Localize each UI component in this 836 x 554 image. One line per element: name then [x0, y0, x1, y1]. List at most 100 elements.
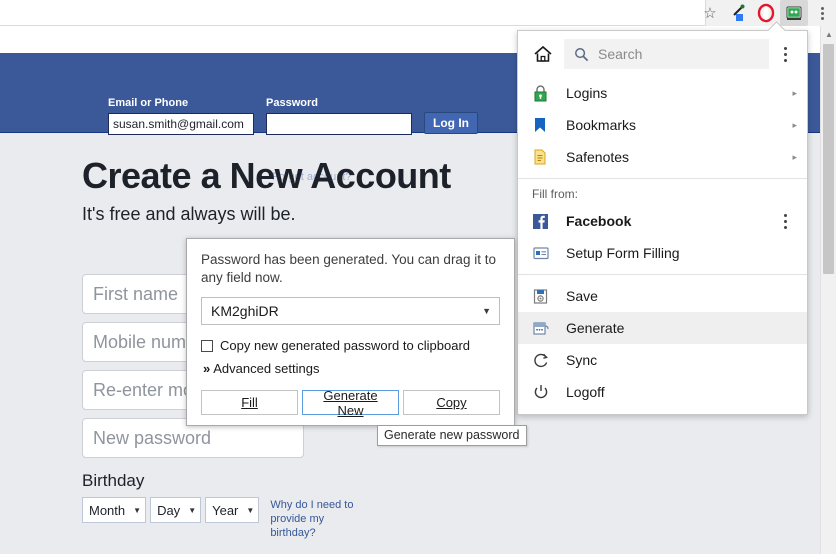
copy-to-clipboard-checkbox[interactable] — [201, 340, 213, 352]
sync-icon — [532, 351, 554, 369]
chevron-right-icon: ▸ — [792, 152, 797, 163]
password-input[interactable] — [266, 113, 412, 135]
divider — [518, 178, 807, 179]
email-input[interactable] — [108, 113, 254, 135]
roboform-item-label: Facebook — [566, 213, 769, 229]
copy-to-clipboard-checkbox-row[interactable]: Copy new generated password to clipboard — [201, 338, 500, 353]
generator-svg — [532, 320, 550, 337]
roboform-action-sync[interactable]: Sync — [518, 344, 807, 376]
roboform-action-logoff[interactable]: Logoff — [518, 376, 807, 408]
chevron-down-icon: ▼ — [246, 506, 254, 515]
copy-to-clipboard-label: Copy new generated password to clipboard — [220, 338, 470, 353]
generate-new-button[interactable]: Generate New — [302, 390, 399, 415]
fill-from-label: Fill from: — [518, 184, 807, 205]
roboform-action-generate[interactable]: Generate — [518, 312, 807, 344]
roboform-panel: Search Logins ▸ — [517, 30, 808, 415]
chrome-menu-icon[interactable] — [808, 0, 836, 26]
birthday-day-value: Day — [157, 503, 180, 518]
birthday-year-value: Year — [212, 503, 238, 518]
birthday-month-select[interactable]: Month ▼ — [82, 497, 146, 523]
eyedropper-svg — [728, 3, 748, 23]
email-field-group: Email or Phone — [108, 97, 254, 135]
password-label: Password — [266, 97, 412, 109]
bookmark-icon — [532, 116, 554, 134]
generate-new-button-label: Generate New — [309, 388, 392, 418]
scrollbar-thumb[interactable] — [823, 44, 834, 274]
lock-icon — [532, 84, 554, 102]
chevron-right-icon: ▸ — [792, 88, 797, 99]
roboform-item-facebook-identity[interactable]: Facebook — [518, 205, 807, 237]
search-placeholder-text: Search — [598, 46, 642, 62]
roboform-action-save[interactable]: Save — [518, 280, 807, 312]
password-field-group: Password — [266, 97, 412, 135]
scroll-up-arrow-icon[interactable]: ▲ — [821, 26, 836, 43]
generator-icon — [532, 320, 554, 337]
facebook-login-form: Email or Phone Password Log In — [108, 97, 478, 135]
roboform-item-label: Logins — [566, 85, 792, 101]
id-card-svg — [532, 245, 550, 261]
roboform-item-label: Bookmarks — [566, 117, 792, 133]
roboform-extension-icon[interactable] — [780, 0, 808, 26]
facebook-icon — [532, 213, 554, 230]
star-glyph: ☆ — [703, 6, 716, 21]
roboform-overflow-menu-icon[interactable] — [773, 47, 797, 62]
chevron-down-icon: ▼ — [482, 306, 491, 316]
copy-button[interactable]: Copy — [403, 390, 500, 415]
birthday-title: Birthday — [82, 471, 370, 491]
generated-password-value: KM2ghiDR — [211, 303, 482, 319]
chevron-down-icon: ▼ — [188, 506, 196, 515]
search-input[interactable]: Search — [564, 39, 769, 69]
roboform-action-label: Sync — [566, 352, 797, 368]
roboform-item-bookmarks[interactable]: Bookmarks ▸ — [518, 109, 807, 141]
birthday-day-select[interactable]: Day ▼ — [150, 497, 201, 523]
facebook-svg — [532, 213, 549, 230]
chevron-right-icon: ▸ — [792, 120, 797, 131]
birthday-why-link[interactable]: Why do I need to provide my birthday? — [270, 497, 370, 540]
page-subtitle: It's free and always will be. — [82, 198, 451, 227]
fill-button[interactable]: Fill — [201, 390, 298, 415]
search-svg — [574, 47, 589, 62]
birthday-year-select[interactable]: Year ▼ — [205, 497, 259, 523]
search-icon — [574, 47, 589, 62]
note-svg — [532, 148, 548, 166]
panel-bottom-pad — [518, 408, 807, 414]
advanced-settings-link[interactable]: »Advanced settings — [203, 361, 500, 376]
opera-svg — [756, 3, 776, 23]
bookmark-star-icon[interactable]: ☆ — [696, 0, 724, 26]
advanced-settings-label: Advanced settings — [213, 361, 319, 376]
signup-heading-block: Create a New Account It's free and alway… — [82, 154, 451, 227]
roboform-action-label: Save — [566, 288, 797, 304]
roboform-item-safenotes[interactable]: Safenotes ▸ — [518, 141, 807, 173]
roboform-svg — [784, 3, 804, 23]
birthday-block: Birthday Month ▼ Day ▼ Year ▼ Why do I n… — [82, 471, 370, 554]
divider — [518, 274, 807, 275]
copy-button-label: Copy — [436, 395, 466, 410]
roboform-item-logins[interactable]: Logins ▸ — [518, 77, 807, 109]
save-disk-icon — [532, 288, 554, 305]
browser-toolbar-icons: ☆ — [696, 0, 836, 26]
roboform-item-setup-form-filling[interactable]: Setup Form Filling — [518, 237, 807, 269]
note-icon — [532, 148, 554, 166]
screenshot-root: ☆ — [0, 0, 836, 554]
home-svg — [533, 45, 553, 63]
page-scrollbar[interactable]: ▲ — [820, 26, 836, 554]
power-svg — [532, 383, 550, 401]
bookmark-svg — [532, 116, 548, 134]
eyedropper-extension-icon[interactable] — [724, 0, 752, 26]
home-icon[interactable] — [530, 41, 556, 67]
save-disk-svg — [532, 288, 549, 305]
roboform-panel-header: Search — [518, 31, 807, 77]
birthday-month-value: Month — [89, 503, 125, 518]
roboform-action-label: Logoff — [566, 384, 797, 400]
roboform-item-label: Safenotes — [566, 149, 792, 165]
lock-svg — [532, 84, 549, 102]
address-bar[interactable] — [0, 0, 706, 26]
page-title: Create a New Account — [82, 154, 451, 198]
password-generator-popup: Password has been generated. You can dra… — [186, 238, 515, 426]
double-chevron-right-icon: » — [203, 361, 210, 376]
power-icon — [532, 383, 554, 401]
login-button[interactable]: Log In — [424, 112, 478, 134]
facebook-identity-overflow-menu-icon[interactable] — [773, 214, 797, 229]
generated-password-combo[interactable]: KM2ghiDR ▼ — [201, 297, 500, 325]
chevron-down-icon: ▼ — [133, 506, 141, 515]
